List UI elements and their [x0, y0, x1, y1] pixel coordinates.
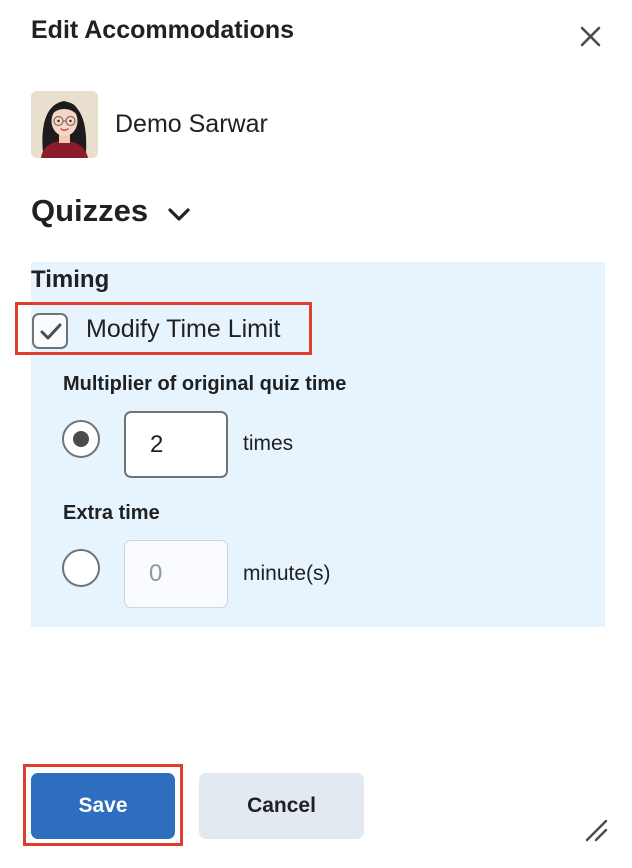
- extra-time-input[interactable]: [124, 540, 228, 608]
- multiplier-unit: times: [243, 432, 294, 455]
- close-button[interactable]: [574, 20, 608, 54]
- resize-handle-icon: [585, 819, 608, 842]
- user-name: Demo Sarwar: [115, 110, 268, 138]
- timing-heading: Timing: [31, 266, 110, 293]
- cancel-button[interactable]: Cancel: [199, 773, 364, 839]
- avatar: [31, 91, 98, 158]
- extra-time-radio[interactable]: [62, 549, 100, 587]
- dialog-title: Edit Accommodations: [31, 16, 294, 44]
- user-avatar-icon: [31, 91, 98, 158]
- multiplier-radio[interactable]: [62, 420, 100, 458]
- section-title: Quizzes: [31, 193, 149, 228]
- checkmark-icon: [40, 323, 62, 340]
- resize-handle[interactable]: [584, 818, 608, 842]
- chevron-down-icon: [168, 208, 190, 221]
- extra-time-label: Extra time: [63, 502, 160, 524]
- section-toggle-button[interactable]: [163, 199, 195, 231]
- close-icon: [580, 26, 601, 47]
- modify-time-limit-checkbox[interactable]: [32, 313, 68, 349]
- modify-time-limit-label[interactable]: Modify Time Limit: [86, 315, 280, 344]
- radio-selected-dot: [73, 431, 89, 447]
- multiplier-label: Multiplier of original quiz time: [63, 373, 347, 395]
- extra-time-unit: minute(s): [243, 562, 331, 585]
- save-button[interactable]: Save: [31, 773, 175, 839]
- multiplier-input[interactable]: [124, 411, 228, 478]
